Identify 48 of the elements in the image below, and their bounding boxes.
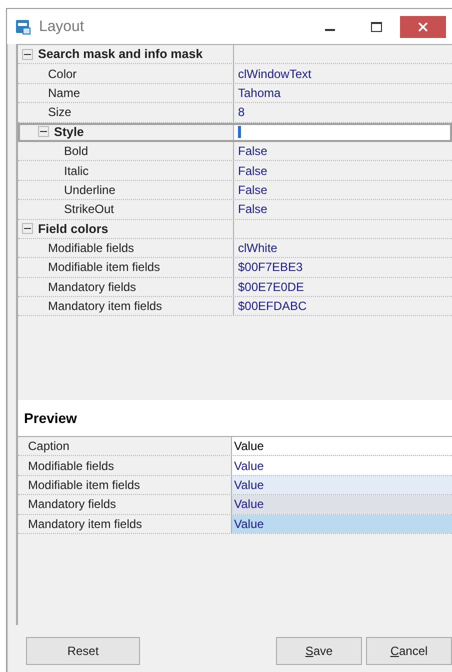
property-value[interactable]: False	[238, 144, 268, 158]
preview-label: Caption	[28, 439, 70, 454]
collapse-icon[interactable]	[22, 223, 33, 234]
app-icon	[15, 18, 31, 34]
property-label: Mandatory fields	[48, 280, 136, 294]
preview-value-cell: Value	[232, 476, 452, 494]
close-button[interactable]	[400, 16, 446, 38]
preview-label: Mandatory item fields	[28, 516, 142, 531]
preview-value-cell: Value	[232, 437, 452, 456]
property-label: Mandatory item fields	[48, 299, 162, 314]
maximize-icon[interactable]	[371, 22, 382, 32]
property-value[interactable]: False	[238, 182, 268, 197]
property-value[interactable]: False	[238, 202, 268, 216]
property-value[interactable]: $00F7EBE3	[238, 260, 303, 274]
category-label: Style	[54, 124, 84, 139]
category-label: Search mask and info mask	[38, 47, 203, 62]
property-label: Name	[48, 86, 80, 100]
preview-value-cell: Value	[232, 495, 452, 514]
property-label: StrikeOut	[64, 202, 114, 216]
property-label: Underline	[64, 182, 116, 197]
property-value[interactable]: clWhite	[238, 241, 278, 256]
preview-label: Modifiable item fields	[28, 478, 140, 492]
property-label: Modifiable item fields	[48, 260, 160, 274]
property-value[interactable]: $00EFDABC	[238, 299, 307, 314]
category-label: Field colors	[38, 222, 108, 236]
preview-heading: Preview	[24, 410, 77, 426]
preview-value-cell: Value	[232, 456, 452, 475]
dialog-button[interactable]: Reset	[26, 637, 140, 665]
property-label: Color	[48, 66, 77, 81]
property-label: Modifiable fields	[48, 241, 134, 256]
close-icon	[418, 22, 428, 32]
text-cursor	[238, 126, 241, 138]
preview-label: Modifiable fields	[28, 458, 114, 473]
property-value[interactable]: False	[238, 164, 268, 178]
dialog-button[interactable]: Cancel	[366, 637, 452, 665]
property-label: Size	[48, 105, 72, 120]
property-value[interactable]: Tahoma	[238, 86, 281, 100]
preview-label: Mandatory fields	[28, 497, 116, 512]
window-title: Layout	[39, 18, 84, 35]
property-value[interactable]: $00E7E0DE	[238, 280, 304, 294]
property-value[interactable]: 8	[238, 105, 245, 120]
property-value[interactable]: clWindowText	[238, 66, 312, 81]
collapse-icon[interactable]	[22, 48, 33, 60]
property-label: Bold	[64, 144, 88, 158]
dialog-button[interactable]: Save	[276, 637, 362, 665]
property-label: Italic	[64, 164, 89, 178]
preview-value-cell: Value	[232, 514, 452, 533]
collapse-icon[interactable]	[38, 126, 49, 138]
